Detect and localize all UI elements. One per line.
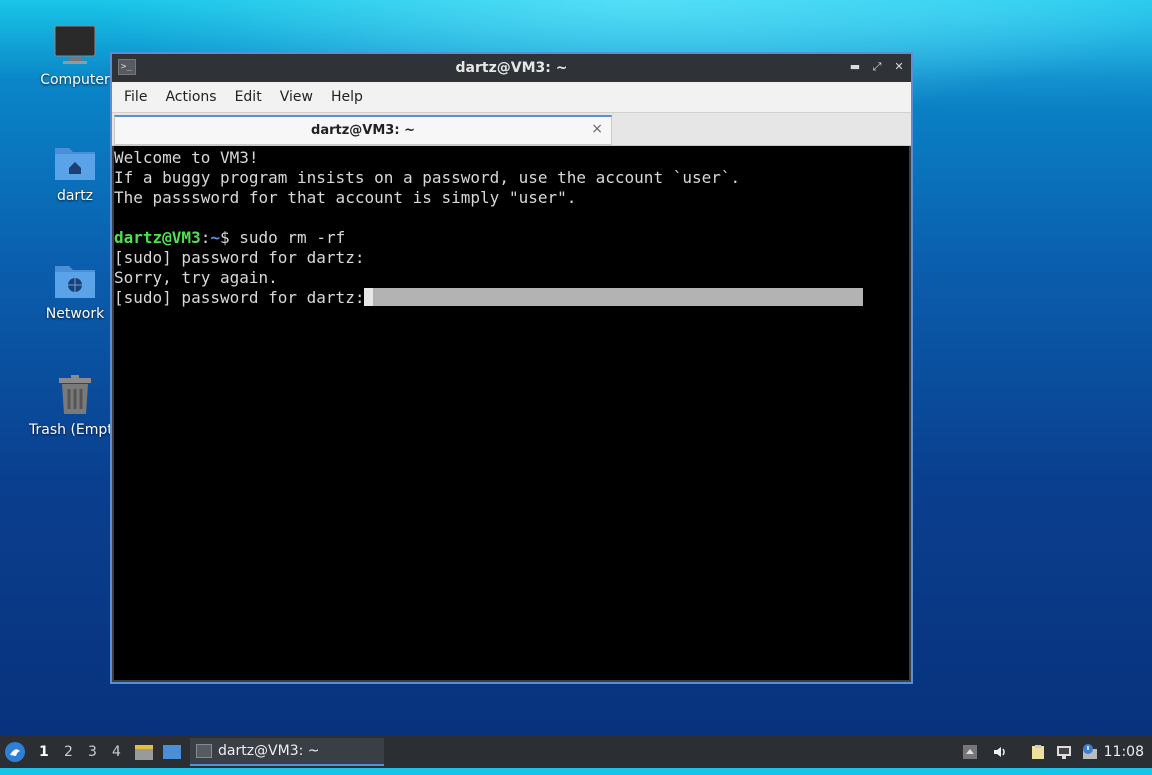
workspace-3[interactable]: 3	[88, 736, 97, 768]
show-desktop-button[interactable]	[162, 736, 184, 768]
menu-view[interactable]: View	[272, 89, 321, 105]
tab-label: dartz@VM3: ~	[311, 123, 415, 138]
menu-actions[interactable]: Actions	[157, 89, 224, 105]
task-label: dartz@VM3: ~	[218, 743, 320, 759]
workspace-4[interactable]: 4	[112, 736, 121, 768]
update-notifier-icon[interactable]	[1082, 744, 1098, 760]
terminal-cursor	[364, 288, 374, 306]
tab-close-icon[interactable]: ×	[591, 121, 603, 137]
desktop-icon-label: Network	[45, 306, 105, 322]
terminal-prompt-line: dartz@VM3:~$ sudo rm -rf	[114, 228, 909, 248]
desktop-icon-home[interactable]: dartz	[27, 140, 123, 204]
prompt-path: ~	[210, 228, 220, 247]
terminal-line: If a buggy program insists on a password…	[114, 168, 741, 187]
clipboard-icon[interactable]	[1030, 744, 1046, 760]
workspace-2[interactable]: 2	[64, 736, 73, 768]
desktop-icon-trash[interactable]: Trash (Empt	[27, 374, 111, 438]
workspace-1[interactable]: 1	[39, 736, 49, 768]
computer-icon	[53, 24, 97, 68]
volume-icon[interactable]	[992, 744, 1008, 760]
desktop-icon-label: Computer	[40, 72, 110, 88]
file-manager-icon	[135, 745, 153, 760]
terminal-line: The passsword for that account is simply…	[114, 188, 577, 207]
menu-file[interactable]: File	[116, 89, 155, 105]
network-folder-icon	[53, 258, 97, 302]
terminal-line: Welcome to VM3!	[114, 148, 259, 167]
terminal-password-line: [sudo] password for dartz:	[114, 288, 909, 308]
desktop-icon-network[interactable]: Network	[27, 258, 123, 322]
maximize-button[interactable]: ⤢	[869, 59, 885, 75]
terminal-task-icon	[196, 744, 212, 758]
menu-edit[interactable]: Edit	[227, 89, 270, 105]
menu-help[interactable]: Help	[323, 89, 371, 105]
prompt-command: sudo rm -rf	[239, 228, 346, 247]
desktop-icon	[163, 745, 181, 759]
tab-terminal[interactable]: dartz@VM3: ~ ×	[114, 115, 612, 145]
window-controls: ▬ ⤢ ✕	[847, 59, 907, 75]
terminal-window: >_ dartz@VM3: ~ ▬ ⤢ ✕ File Actions Edit …	[110, 52, 913, 684]
terminal-output[interactable]: Welcome to VM3! If a buggy program insis…	[114, 146, 909, 680]
prompt-dollar: $	[219, 228, 240, 247]
tab-bar: dartz@VM3: ~ ×	[112, 113, 911, 146]
desktop-icon-label: Trash (Empt	[29, 422, 111, 438]
window-title: dartz@VM3: ~	[455, 60, 568, 76]
terminal-line: Sorry, try again.	[114, 268, 278, 287]
home-folder-icon	[53, 140, 97, 184]
close-button[interactable]: ✕	[891, 59, 907, 75]
network-status-icon[interactable]	[1056, 744, 1072, 760]
clock[interactable]: 11:08	[1104, 736, 1144, 768]
taskbar: 1 2 3 4 dartz@VM3: ~ 11:08	[0, 736, 1152, 768]
tray-expand-icon[interactable]	[962, 744, 978, 760]
trash-icon	[53, 374, 97, 418]
window-titlebar[interactable]: >_ dartz@VM3: ~ ▬ ⤢ ✕	[112, 54, 911, 82]
text-selection-highlight	[373, 288, 864, 306]
menubar: File Actions Edit View Help	[112, 82, 911, 113]
lubuntu-logo-icon	[5, 742, 25, 762]
terminal-line: [sudo] password for dartz:	[114, 248, 365, 267]
start-menu-button[interactable]	[4, 736, 28, 768]
taskbar-task-terminal[interactable]: dartz@VM3: ~	[190, 738, 384, 766]
prompt-separator: :	[200, 228, 211, 247]
file-manager-launcher[interactable]	[134, 736, 154, 768]
sudo-password-prompt: [sudo] password for dartz:	[114, 288, 365, 307]
prompt-user: dartz@VM3	[114, 228, 201, 247]
desktop-icon-computer[interactable]: Computer	[27, 24, 123, 88]
minimize-button[interactable]: ▬	[847, 59, 863, 75]
desktop-icon-label: dartz	[56, 188, 94, 204]
